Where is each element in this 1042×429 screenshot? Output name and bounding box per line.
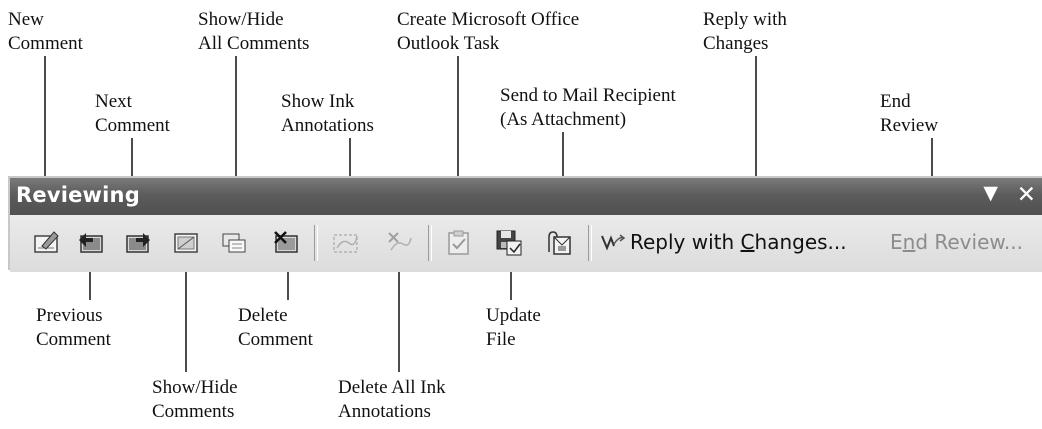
send-to-mail-recipient-button[interactable] [543,228,573,258]
label-part: hanges... [754,230,847,254]
accelerator-key: n [902,230,916,254]
delete-comment-button[interactable] [272,228,302,258]
send-to-mail-recipient-icon [548,231,571,255]
label-part: E [890,230,903,254]
previous-comment-button[interactable] [76,228,106,258]
show-ink-annotations-icon [333,234,358,253]
reviewing-toolbar: Reviewing ▼ ✕ Reply with Changes... End … [8,176,1042,272]
update-file-button[interactable] [494,228,524,258]
next-comment-icon [126,233,150,253]
update-file-icon [496,230,522,256]
show-hide-comments-icon [174,233,198,253]
toolbar-separator [588,225,592,261]
create-outlook-task-button[interactable] [444,228,474,258]
delete-comment-icon [274,231,298,253]
label-part: Reply with [630,230,741,254]
toolbar-separator [428,225,432,261]
end-review-button[interactable]: End Review... [890,230,1023,254]
show-hide-all-comments-icon [222,233,246,253]
toolbar-separator [314,225,318,261]
create-outlook-task-icon [448,230,469,255]
new-comment-icon [34,231,59,253]
reply-with-changes-button[interactable]: Reply with Changes... [600,230,847,257]
reply-with-changes-label: Reply with Changes... [630,230,847,254]
delete-all-ink-annotations-button[interactable] [385,228,415,258]
show-hide-comments-button[interactable] [172,228,202,258]
next-comment-button[interactable] [123,228,153,258]
show-hide-all-comments-button[interactable] [220,228,250,258]
previous-comment-icon [79,233,103,253]
reply-with-changes-icon [600,232,626,257]
close-icon[interactable]: ✕ [1017,182,1036,208]
accelerator-key: C [740,230,755,254]
delete-all-ink-annotations-icon [388,232,412,251]
toolbar-options-dropdown-icon[interactable]: ▼ [983,182,998,204]
toolbar-title-bar[interactable]: Reviewing ▼ ✕ [10,178,1042,215]
end-review-label: End Review... [890,230,1023,254]
toolbar-title: Reviewing [16,183,140,207]
label-part: d Review... [915,230,1023,254]
toolbar-buttons-row: Reply with Changes... End Review... [10,215,1042,272]
new-comment-button[interactable] [32,228,62,258]
show-ink-annotations-button[interactable] [331,228,361,258]
